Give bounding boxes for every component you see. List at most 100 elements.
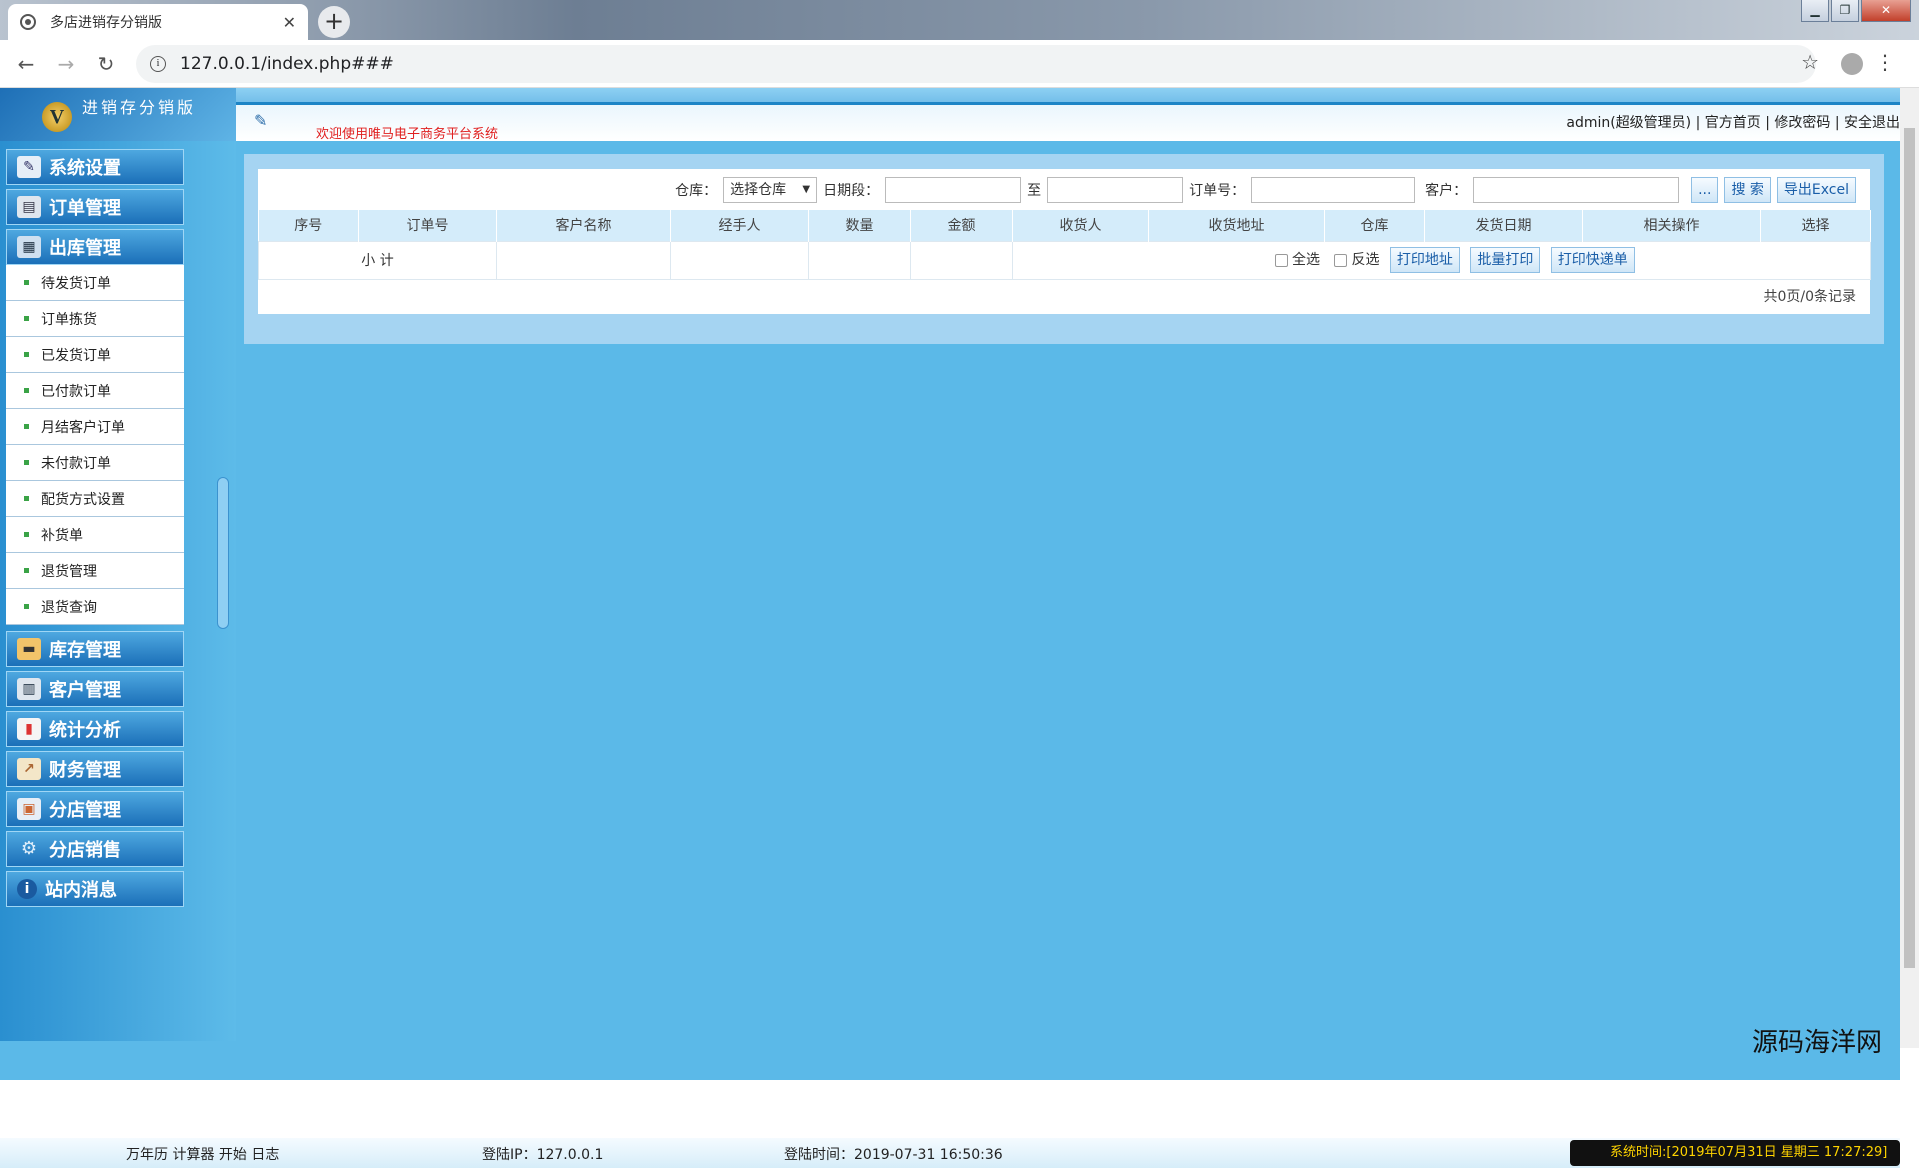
footer-tools[interactable]: 万年历 计算器 开始 日志	[126, 1144, 279, 1164]
sidebar-section-branches[interactable]: ▣ 分店管理	[6, 791, 184, 827]
table-cell	[910, 240, 1013, 280]
bullet-icon	[24, 280, 29, 285]
bulk-actions-cell: 全选 反选 打印地址 批量打印 打印快递单	[1012, 240, 1871, 280]
forward-icon[interactable]: →	[46, 52, 86, 76]
export-excel-button[interactable]: 导出Excel	[1776, 176, 1856, 203]
sidebar-section-orders[interactable]: ▤ 订单管理	[6, 189, 184, 225]
customer-input[interactable]	[1473, 176, 1680, 203]
sidebar-item-returns[interactable]: 退货管理	[6, 553, 184, 589]
select-all-checkbox[interactable]	[1275, 253, 1288, 267]
top-links[interactable]: admin(超级管理员) | 官方首页 | 修改密码 | 安全退出	[1566, 112, 1900, 132]
sidebar-item-paid[interactable]: 已付款订单	[6, 373, 184, 409]
warehouse-select[interactable]: 选择仓库	[723, 176, 818, 203]
sidebar-section-inventory[interactable]: ▬ 库存管理	[6, 631, 184, 667]
section-label: 出库管理	[49, 238, 121, 259]
pagination-info: 共0页/0条记录	[1763, 288, 1856, 305]
table-cell	[670, 240, 809, 280]
sidebar-item-shipped[interactable]: 已发货订单	[6, 337, 184, 373]
select-all-label: 全选	[1292, 252, 1320, 268]
sidebar-item-replenish[interactable]: 补货单	[6, 517, 184, 553]
store-icon: ▣	[17, 798, 41, 820]
sidebar-section-branch-sales[interactable]: ⚙ 分店销售	[6, 831, 184, 867]
subitem-label: 已发货订单	[41, 347, 111, 364]
new-tab-button[interactable]: +	[318, 6, 350, 38]
back-icon[interactable]: ←	[6, 52, 46, 76]
browser-tabbar: 多店进销存分销版 ✕ + ▁ ❐ ✕	[0, 0, 1919, 40]
close-window-button[interactable]: ✕	[1861, 0, 1911, 22]
profile-avatar[interactable]	[1841, 53, 1863, 75]
customer-picker-button[interactable]: ...	[1691, 176, 1719, 203]
col-header: 客户名称	[496, 210, 671, 241]
sidebar-item-unpaid[interactable]: 未付款订单	[6, 445, 184, 481]
customer-label: 客户：	[1425, 182, 1468, 199]
section-label: 客户管理	[49, 680, 121, 701]
sidebar-section-system[interactable]: ✎ 系统设置	[6, 149, 184, 185]
tab-title: 多店进销存分销版	[50, 15, 162, 31]
order-number-input[interactable]	[1251, 176, 1416, 203]
menu-kebab-icon[interactable]: ⋮	[1875, 50, 1895, 74]
status-footer: 万年历 计算器 开始 日志 登陆IP：127.0.0.1 登陆时间：2019-0…	[0, 1138, 1900, 1168]
table-header-row: 序号 订单号 客户名称 经手人 数量 金额 收货人 收货地址 仓库 发货日期 相…	[258, 210, 1871, 241]
section-label: 分店销售	[49, 840, 121, 861]
section-label: 分店管理	[49, 800, 121, 821]
reload-icon[interactable]: ↻	[86, 52, 126, 76]
app-root: V 进销存分销版 ✎ 欢迎使用唯马电子商务平台系统 admin(超级管理员) |…	[0, 88, 1900, 1168]
customer-icon: ▥	[17, 678, 41, 700]
bullet-icon	[24, 460, 29, 465]
subitem-label: 退货管理	[41, 563, 97, 580]
browser-tab[interactable]: 多店进销存分销版 ✕	[8, 4, 308, 40]
section-label: 库存管理	[49, 640, 121, 661]
invert-label: 反选	[1351, 252, 1380, 268]
subitem-label: 配货方式设置	[41, 491, 125, 508]
minimize-button[interactable]: ▁	[1801, 0, 1829, 22]
maximize-button[interactable]: ❐	[1831, 0, 1859, 22]
sidebar-section-stats[interactable]: ▮ 统计分析	[6, 711, 184, 747]
col-header: 订单号	[358, 210, 497, 241]
logo-text: 进销存分销版	[82, 98, 197, 117]
col-header: 收货人	[1012, 210, 1149, 241]
col-header: 经手人	[670, 210, 809, 241]
subitem-label: 退货查询	[41, 599, 97, 616]
bullet-icon	[24, 352, 29, 357]
sidebar-collapse-handle[interactable]	[217, 477, 229, 629]
bookmark-star-icon[interactable]: ☆	[1801, 50, 1819, 74]
sidebar-item-return-query[interactable]: 退货查询	[6, 589, 184, 625]
login-time: 登陆时间：2019-07-31 16:50:36	[784, 1147, 1003, 1163]
header-bar: ✎ 欢迎使用唯马电子商务平台系统 admin(超级管理员) | 官方首页 | 修…	[236, 102, 1900, 142]
scrollbar-thumb[interactable]	[1904, 128, 1915, 968]
subitem-label: 补货单	[41, 527, 83, 544]
url-input[interactable]: i 127.0.0.1/index.php###	[136, 45, 1816, 83]
bullet-icon	[24, 568, 29, 573]
sidebar-item-monthly[interactable]: 月结客户订单	[6, 409, 184, 445]
date-start-input[interactable]	[885, 176, 1022, 203]
monitor-icon: ▤	[17, 196, 41, 218]
sidebar-item-picking[interactable]: 订单拣货	[6, 301, 184, 337]
print-address-button[interactable]: 打印地址	[1389, 247, 1460, 273]
sidebar-item-delivery-method[interactable]: 配货方式设置	[6, 481, 184, 517]
sidebar-section-messages[interactable]: i 站内消息	[6, 871, 184, 907]
col-header: 收货地址	[1148, 210, 1325, 241]
search-button[interactable]: 搜 索	[1724, 176, 1771, 203]
sidebar-item-pending-ship[interactable]: 待发货订单	[6, 265, 184, 301]
info-icon[interactable]: i	[150, 56, 166, 72]
subitem-label: 月结客户订单	[41, 419, 125, 436]
app-header: V 进销存分销版 ✎ 欢迎使用唯马电子商务平台系统 admin(超级管理员) |…	[0, 88, 1900, 142]
invert-checkbox[interactable]	[1334, 253, 1348, 267]
watermark: 源码海洋网	[1752, 1028, 1883, 1058]
close-tab-icon[interactable]: ✕	[283, 13, 296, 32]
sidebar-section-finance[interactable]: ↗ 财务管理	[6, 751, 184, 787]
table-cell	[496, 240, 671, 280]
sidebar-section-customers[interactable]: ▥ 客户管理	[6, 671, 184, 707]
batch-print-button[interactable]: 批量打印	[1470, 247, 1541, 273]
sidebar-section-outbound[interactable]: ▦ 出库管理	[6, 229, 184, 265]
page-scrollbar[interactable]	[1900, 88, 1919, 1048]
date-end-input[interactable]	[1047, 176, 1184, 203]
address-bar: ← → ↻ i 127.0.0.1/index.php### ☆ ⋮	[0, 40, 1919, 88]
col-header: 数量	[808, 210, 911, 241]
subitem-label: 已付款订单	[41, 383, 111, 400]
globe-icon	[20, 14, 36, 30]
col-header: 相关操作	[1582, 210, 1761, 241]
truck-icon: ▬	[17, 638, 41, 660]
window-controls: ▁ ❐ ✕	[1799, 0, 1911, 22]
print-express-button[interactable]: 打印快递单	[1550, 247, 1635, 273]
